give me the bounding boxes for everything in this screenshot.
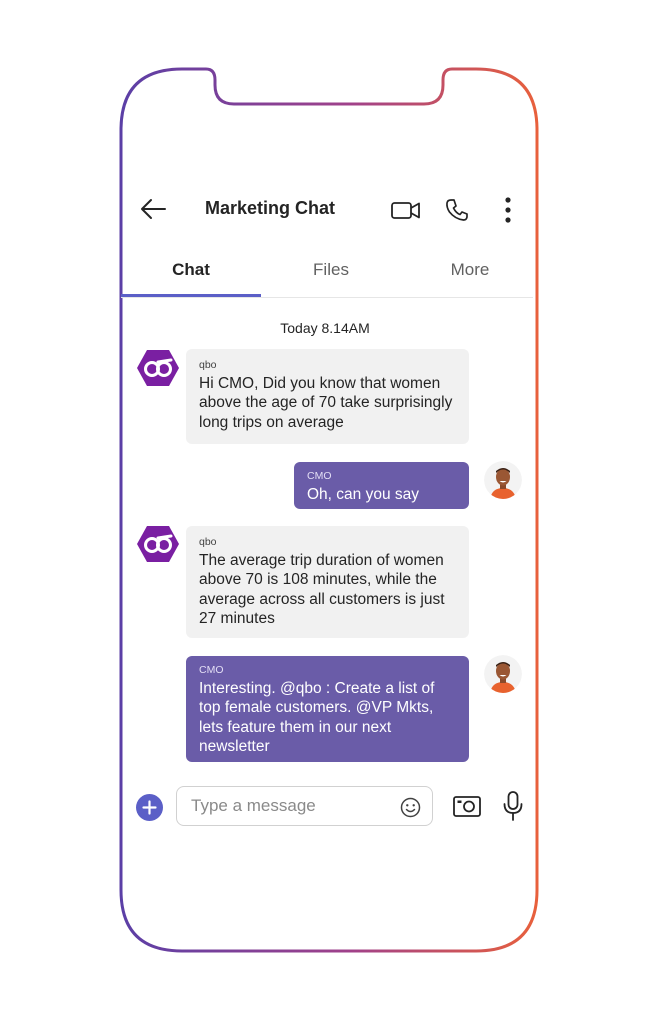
back-button[interactable] — [136, 194, 170, 224]
arrow-left-icon — [141, 199, 166, 219]
person-photo-icon — [484, 461, 522, 499]
qbo-bot-avatar — [137, 526, 179, 562]
more-options-button[interactable] — [496, 194, 520, 226]
message-sender: qbo — [199, 359, 217, 371]
message-sender: CMO — [307, 470, 332, 482]
message-text: Hi CMO, Did you know that women above th… — [199, 375, 453, 431]
voice-message-button[interactable] — [500, 789, 526, 823]
more-vertical-icon — [505, 197, 511, 223]
tab-chat[interactable]: Chat — [121, 260, 261, 280]
message-text: Oh, can you say more — [307, 486, 420, 523]
message-text: Interesting. @qbo : Create a list of top… — [199, 680, 435, 755]
tab-more[interactable]: More — [400, 260, 540, 280]
camera-icon — [453, 796, 481, 817]
emoji-button[interactable] — [399, 796, 421, 818]
message-compose-box — [176, 786, 433, 826]
chat-title: Marketing Chat — [204, 198, 336, 218]
message-bubble-incoming: qbo The average trip duration of women a… — [186, 526, 469, 638]
camera-button[interactable] — [450, 792, 484, 820]
tab-files[interactable]: Files — [261, 260, 401, 280]
add-attachment-button[interactable] — [136, 794, 163, 821]
qbo-bot-avatar — [137, 350, 179, 386]
person-photo-icon — [484, 655, 522, 693]
emoji-smile-icon — [400, 797, 420, 817]
audio-call-button[interactable] — [442, 195, 472, 225]
user-avatar — [484, 655, 522, 693]
message-text: The average trip duration of women above… — [199, 552, 445, 627]
message-sender: qbo — [199, 536, 217, 548]
video-call-button[interactable] — [388, 196, 424, 224]
message-bubble-outgoing: CMO Oh, can you say more — [294, 462, 469, 522]
message-input[interactable] — [191, 787, 391, 825]
user-avatar — [484, 461, 522, 499]
tab-divider — [121, 297, 533, 298]
message-sender: CMO — [199, 664, 224, 676]
active-tab-indicator — [121, 294, 261, 297]
microphone-icon — [503, 791, 523, 821]
phone-icon — [446, 199, 468, 221]
conversation-timestamp: Today 8.14AM — [280, 320, 370, 336]
message-bubble-outgoing: CMO Interesting. @qbo : Create a list of… — [186, 656, 469, 762]
video-camera-icon — [391, 202, 420, 219]
message-bubble-incoming: qbo Hi CMO, Did you know that women abov… — [186, 349, 469, 444]
plus-icon — [142, 800, 157, 815]
